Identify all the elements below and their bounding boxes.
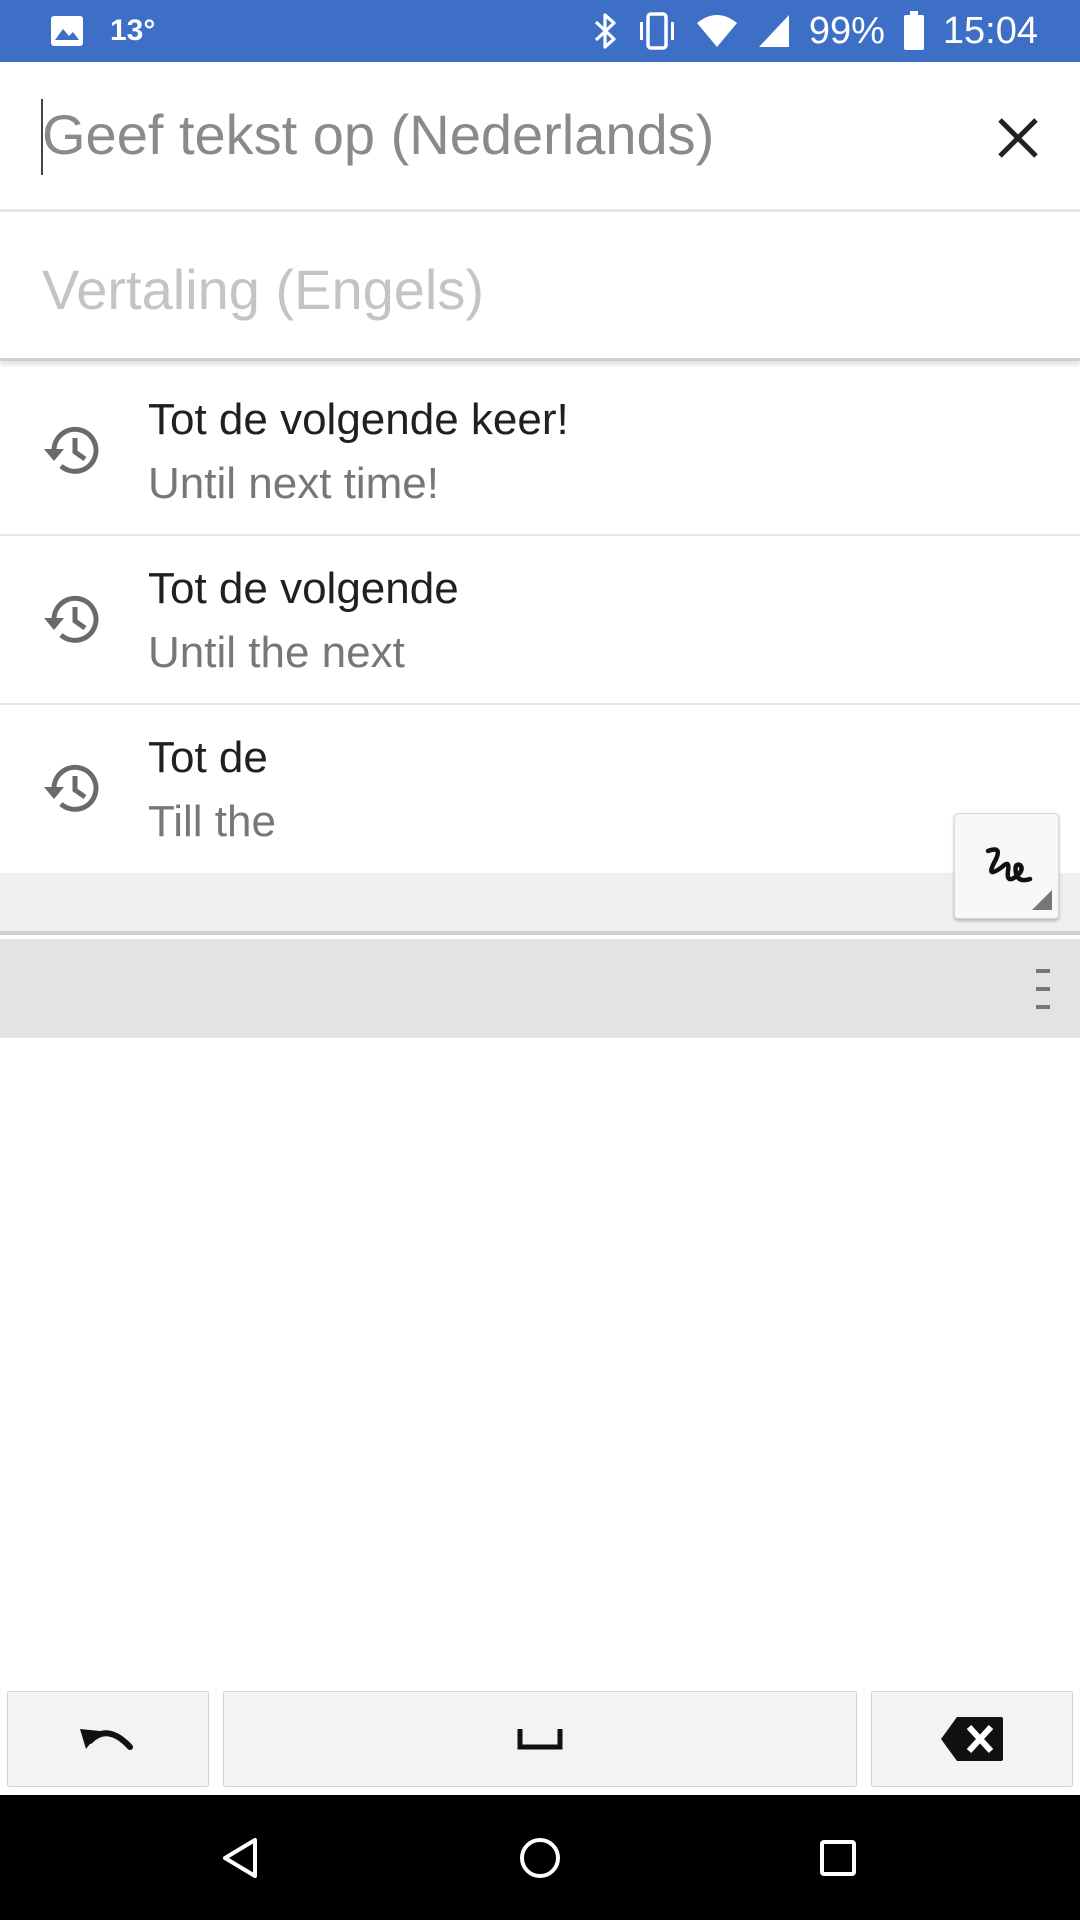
clear-button[interactable] — [978, 98, 1058, 178]
handwriting-top-band — [0, 873, 1080, 935]
handwriting-toolbar — [0, 939, 1080, 1038]
history-item[interactable]: Tot de Till the — [0, 705, 1080, 875]
source-text-field[interactable]: Geef tekst op (Nederlands) — [0, 62, 1080, 212]
recents-button[interactable] — [805, 1825, 871, 1891]
handwriting-toggle-button[interactable] — [954, 813, 1059, 919]
delete-button[interactable] — [871, 1691, 1073, 1787]
undo-button[interactable] — [7, 1691, 209, 1787]
history-icon — [44, 764, 99, 812]
recents-icon — [820, 1840, 856, 1876]
resize-corner — [1032, 890, 1052, 910]
history-source-text: Tot de volgende — [148, 564, 459, 613]
handwriting-canvas[interactable] — [0, 1038, 1080, 1690]
history-translation-text: Till the — [148, 797, 276, 846]
history-icon — [44, 595, 99, 643]
back-icon — [223, 1838, 257, 1878]
history-translation-text: Until the next — [148, 628, 405, 677]
close-icon — [998, 118, 1038, 158]
space-button[interactable] — [223, 1691, 857, 1787]
bluetooth-icon — [593, 12, 619, 50]
history-source-text: Tot de — [148, 733, 268, 782]
backspace-icon — [941, 1717, 1003, 1761]
vibrate-icon — [637, 12, 677, 50]
history-translation-text: Until next time! — [148, 459, 439, 508]
back-button[interactable] — [208, 1825, 274, 1891]
history-list: Tot de volgende keer! Until next time! T… — [0, 367, 1080, 875]
handwriting-key-row — [0, 1690, 1080, 1793]
status-bar: 13° 99% 15:04 — [0, 0, 1080, 62]
menu-icon[interactable] — [1028, 969, 1058, 1009]
temperature-text: 13° — [110, 14, 156, 47]
translation-field[interactable]: Vertaling (Engels) — [0, 215, 1080, 361]
wifi-icon — [695, 13, 739, 49]
history-item[interactable]: Tot de volgende keer! Until next time! — [0, 367, 1080, 536]
space-icon — [517, 1729, 563, 1750]
battery-percent: 99% — [808, 9, 885, 52]
signal-icon — [757, 13, 791, 49]
handwriting-icon — [985, 847, 1032, 883]
history-item[interactable]: Tot de volgende Until the next — [0, 536, 1080, 705]
history-icon — [44, 426, 99, 474]
clock: 15:04 — [942, 9, 1038, 52]
home-button[interactable] — [507, 1825, 573, 1891]
history-source-text: Tot de volgende keer! — [148, 395, 569, 444]
battery-icon — [903, 11, 925, 51]
navigation-bar — [0, 1795, 1080, 1920]
image-icon — [50, 15, 84, 47]
translation-placeholder: Vertaling (Engels) — [42, 258, 485, 321]
undo-icon — [80, 1729, 133, 1750]
home-icon — [520, 1838, 560, 1878]
source-input-placeholder[interactable]: Geef tekst op (Nederlands) — [42, 102, 714, 167]
